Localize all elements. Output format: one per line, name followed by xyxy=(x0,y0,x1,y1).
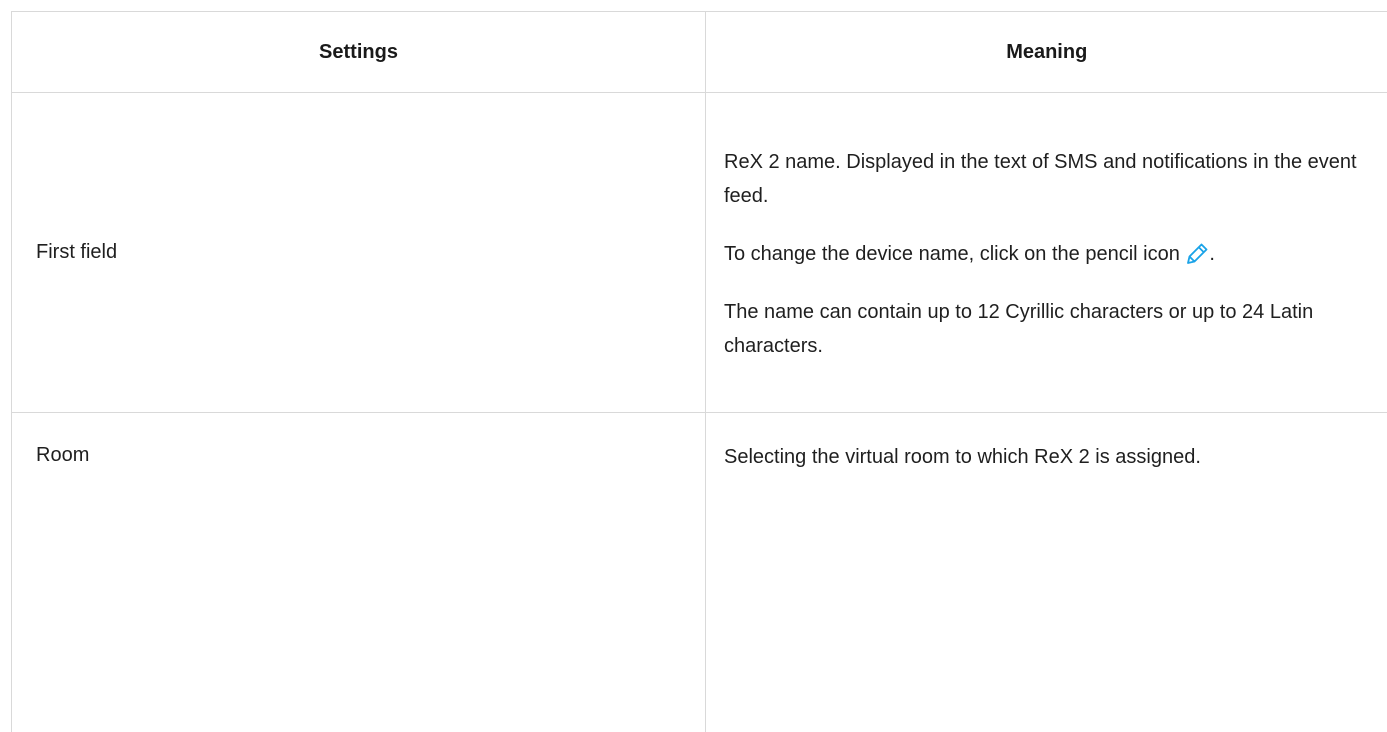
setting-meaning-cell: ReX 2 name. Displayed in the text of SMS… xyxy=(706,93,1387,413)
table-row: Room Selecting the virtual room to which… xyxy=(12,413,1387,732)
settings-table-container: Settings Meaning First field ReX 2 name.… xyxy=(0,0,1387,700)
settings-table: Settings Meaning First field ReX 2 name.… xyxy=(11,11,1387,732)
meaning-text: To change the device name, click on the … xyxy=(724,243,1180,265)
setting-meaning-cell: Selecting the virtual room to which ReX … xyxy=(706,413,1387,732)
table-header-row: Settings Meaning xyxy=(12,12,1387,93)
meaning-paragraph: To change the device name, click on the … xyxy=(724,237,1370,271)
meaning-text: . xyxy=(1209,243,1215,265)
meaning-paragraph: Selecting the virtual room to which ReX … xyxy=(724,440,1370,474)
setting-name-cell: Room xyxy=(12,413,706,732)
header-meaning: Meaning xyxy=(706,12,1387,93)
table-row: First field ReX 2 name. Displayed in the… xyxy=(12,93,1387,413)
meaning-paragraph: The name can contain up to 12 Cyrillic c… xyxy=(724,295,1370,363)
header-settings: Settings xyxy=(12,12,706,93)
setting-name-cell: First field xyxy=(12,93,706,413)
meaning-paragraph: ReX 2 name. Displayed in the text of SMS… xyxy=(724,145,1370,213)
pencil-icon xyxy=(1185,240,1209,266)
